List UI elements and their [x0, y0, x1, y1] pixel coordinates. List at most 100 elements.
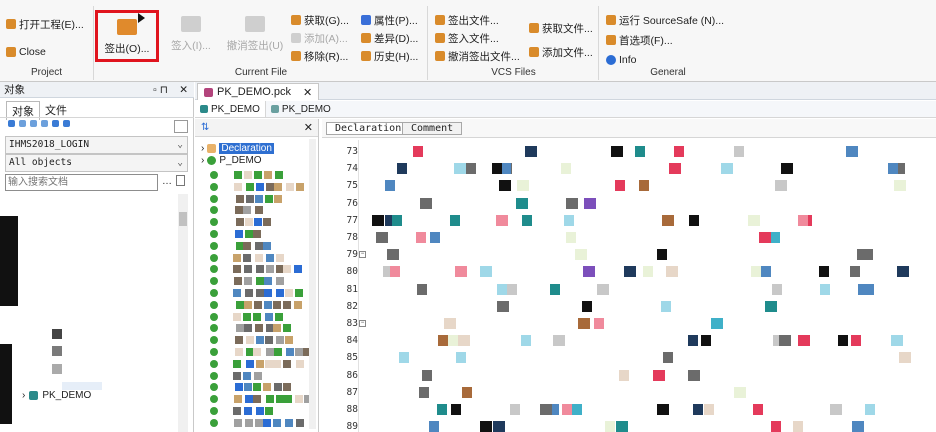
properties-icon	[361, 15, 371, 25]
line-number: 76	[346, 197, 358, 209]
close-button[interactable]: Close	[6, 44, 46, 60]
line-number: 85	[346, 352, 358, 364]
redacted-block	[661, 300, 671, 312]
checkin-button[interactable]: 签入(I)...	[165, 16, 217, 53]
add-files-button[interactable]: 添加文件...	[529, 44, 593, 60]
checkin-files-button[interactable]: 签入文件...	[435, 30, 499, 46]
get-files-button[interactable]: 获取文件...	[529, 20, 593, 36]
expand-icon[interactable]	[19, 120, 26, 127]
chevron-right-icon: ›	[201, 155, 205, 166]
scrollbar-thumb[interactable]	[179, 212, 187, 226]
tab-comment[interactable]: Comment	[402, 122, 463, 135]
code-editor[interactable]	[322, 140, 936, 432]
redacted-block	[521, 335, 531, 347]
sort-icon[interactable]	[63, 120, 70, 127]
sort-az-icon[interactable]: ⇅	[201, 122, 209, 133]
redacted-block	[510, 404, 520, 415]
procedure-icon	[210, 324, 218, 333]
tab-pk-demo-pck[interactable]: PK_DEMO.pck ✕	[197, 83, 320, 100]
navigator-scrollbar[interactable]	[309, 139, 316, 429]
redacted-block	[246, 336, 254, 345]
collapse-icon[interactable]	[30, 120, 37, 127]
close-navigator-icon[interactable]: ✕	[304, 121, 313, 134]
redacted-block	[253, 348, 261, 356]
undo-checkout-files-button[interactable]: 撤消签出文件...	[435, 48, 520, 64]
refresh-icon[interactable]	[8, 120, 15, 127]
more-icon[interactable]: …	[162, 176, 172, 187]
redacted-block	[662, 214, 674, 226]
redacted-block	[283, 265, 291, 274]
line-number: 89	[346, 421, 358, 432]
new-document-icon[interactable]	[176, 175, 185, 186]
object-tree-scrollbar[interactable]	[178, 194, 188, 432]
package-icon	[29, 391, 39, 400]
run-sourcesafe-button[interactable]: 运行 SourceSafe (N)...	[606, 12, 724, 28]
filter-icon[interactable]	[41, 120, 48, 127]
checkout-files-button[interactable]: 签出文件...	[435, 12, 499, 28]
general-group: 运行 SourceSafe (N)... 首选项(F)... Info Gene…	[600, 6, 736, 80]
properties-button[interactable]: 属性(P)...	[361, 12, 418, 28]
redacted-block	[584, 197, 596, 209]
fold-toggle-icon[interactable]: −	[359, 251, 366, 259]
redacted-block	[255, 241, 263, 250]
close-icon[interactable]: ✕	[179, 82, 188, 98]
editor-subtabs: PK_DEMO PK_DEMO	[195, 101, 936, 118]
undo-checkout-button[interactable]: 撤消签出(U)	[223, 16, 287, 53]
redacted-block	[52, 329, 62, 339]
ribbon-toolbar: 打开工程(E)... Close Project 签出(O)... 签入(I).…	[0, 0, 936, 82]
redacted-block	[276, 253, 284, 262]
info-button[interactable]: Info	[606, 52, 637, 68]
line-number: 88	[346, 404, 358, 415]
procedure-icon	[210, 336, 218, 345]
subtab-spec[interactable]: PK_DEMO	[195, 101, 266, 117]
redacted-block	[233, 253, 241, 262]
redacted-block	[52, 364, 62, 374]
redacted-block	[236, 300, 244, 309]
subtab-body[interactable]: PK_DEMO	[266, 101, 336, 117]
options-button[interactable]: 首选项(F)...	[606, 32, 673, 48]
pin-icon[interactable]: ▫ ⊓	[153, 82, 168, 98]
redacted-block	[444, 318, 456, 329]
redacted-block	[243, 371, 251, 380]
undo-checkout-files-icon	[435, 51, 445, 61]
open-project-button[interactable]: 打开工程(E)...	[6, 16, 84, 32]
redacted-block	[255, 253, 263, 262]
redacted-block	[399, 352, 409, 364]
tab-declaration[interactable]: Declaration	[326, 122, 411, 135]
nav-item-declaration[interactable]: › Declaration	[201, 143, 274, 154]
close-tab-icon[interactable]: ✕	[303, 86, 312, 99]
get-button[interactable]: 获取(G)...	[291, 12, 349, 28]
nav-item-p-demo[interactable]: › P_DEMO	[201, 155, 262, 166]
add-button[interactable]: 添加(A)...	[291, 30, 348, 46]
connection-select[interactable]: IHMS2018_LOGIN ⌄	[5, 136, 188, 154]
redacted-block	[611, 146, 623, 157]
redacted-block	[430, 232, 440, 243]
redacted-block	[615, 180, 625, 192]
diff-button[interactable]: 差异(D)...	[361, 30, 418, 46]
panel-option-box[interactable]	[174, 120, 188, 133]
redacted-block	[253, 230, 261, 238]
options-icon	[606, 35, 616, 45]
redacted-block	[256, 407, 264, 415]
object-search-input[interactable]	[5, 174, 158, 191]
get-icon	[291, 15, 301, 25]
find-icon[interactable]	[52, 120, 59, 127]
move-button[interactable]: 移除(R)...	[291, 48, 348, 64]
redacted-block	[253, 383, 261, 392]
tree-item-pk-demo[interactable]: › PK_DEMO	[22, 390, 91, 401]
procedure-icon	[210, 383, 218, 392]
redacted-block	[653, 369, 665, 381]
redacted-block	[255, 206, 263, 215]
object-filter-select[interactable]: All objects ⌄	[5, 154, 188, 172]
redacted-block	[704, 404, 714, 415]
redacted-block	[295, 348, 303, 356]
redacted-block	[422, 369, 432, 381]
history-button[interactable]: 历史(H)...	[361, 48, 418, 64]
redacted-block	[284, 395, 292, 404]
redacted-block	[663, 352, 673, 364]
checkout-button[interactable]: 签出(O)...	[95, 10, 159, 62]
redacted-block	[830, 404, 842, 415]
project-group-title: Project	[30, 67, 63, 78]
fold-toggle-icon[interactable]: −	[359, 320, 366, 327]
procedure-icon	[210, 218, 218, 227]
